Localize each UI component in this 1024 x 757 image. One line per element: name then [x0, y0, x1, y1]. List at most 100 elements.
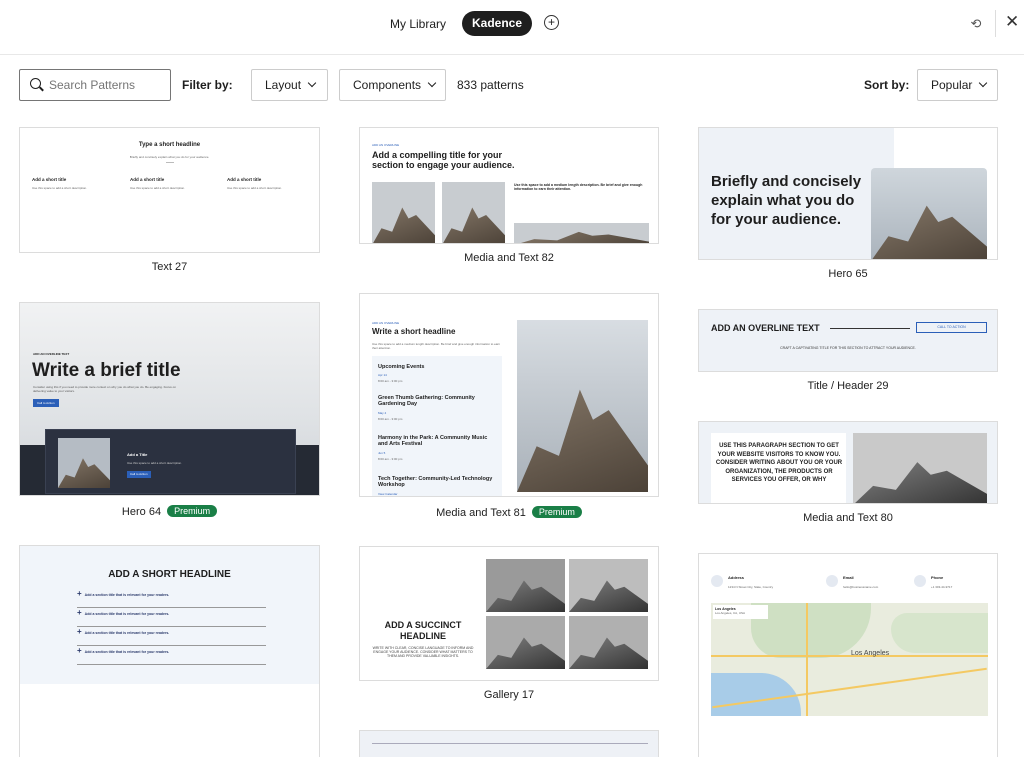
accordion-item-label: Add a section title that is relevant for… [84, 631, 170, 635]
event-time: 8:00 am - 3:00 pm [378, 379, 403, 383]
inner-title: Add a Title [127, 452, 148, 457]
sort-by-label: Sort by: [864, 78, 910, 92]
mountain-image [853, 433, 987, 503]
layout-dropdown[interactable]: Layout [251, 69, 328, 101]
card-desc: Use this space to add a medium length de… [514, 183, 643, 191]
card-caption: Media and Text 81 Premium [359, 506, 659, 519]
components-label: Components [353, 78, 422, 92]
sync-icon: ⟲ [970, 16, 982, 31]
address-label: Address [728, 575, 745, 580]
card-overline: ADD AN OVERLINE [372, 321, 400, 325]
sync-button[interactable]: ⟲ [968, 16, 984, 32]
mountain-image [58, 438, 110, 488]
card-title: Briefly and concisely explain what you d… [711, 173, 862, 228]
tab-kadence[interactable]: Kadence [462, 11, 532, 36]
gallery-image [486, 559, 565, 612]
close-button[interactable]: ✕ [1005, 12, 1019, 32]
card-title: Write a short headline [372, 327, 456, 336]
pattern-card-gallery-17[interactable]: ADD A SUCCINCT HEADLINE WRITE WITH CLEAR… [359, 546, 659, 681]
event-date: Jun 5 [378, 451, 386, 455]
pattern-card-media-and-text-80[interactable]: USE THIS PARAGRAPH SECTION TO GET YOUR W… [698, 421, 998, 504]
close-icon: ✕ [1005, 12, 1020, 31]
chevron-down-icon [307, 78, 317, 88]
chevron-down-icon [979, 78, 988, 88]
gallery-image [569, 559, 648, 612]
card-subtitle: Briefly and concisely explain what you d… [129, 155, 210, 159]
card-title: Write a brief title [32, 360, 181, 381]
map-road [806, 603, 808, 716]
location-icon [711, 575, 723, 587]
email-icon [826, 575, 838, 587]
sort-dropdown[interactable]: Popular [917, 69, 998, 101]
divider [166, 162, 174, 163]
pattern-card-media-and-text-82[interactable]: ADD AN OVERLINE Add a compelling title f… [359, 127, 659, 244]
divider [372, 743, 648, 744]
card-title: Add a compelling title for your section … [372, 150, 515, 170]
pattern-card-partial[interactable] [359, 730, 659, 757]
card-name: Media and Text 81 [436, 507, 526, 519]
column-title: Add a short title [32, 177, 67, 182]
pattern-card-hero-64[interactable]: ADD AN OVERLINE TEXT Write a brief title… [19, 302, 320, 496]
accordion-item: + Add a section title that is relevant fo… [77, 608, 266, 627]
search-input[interactable] [49, 76, 167, 94]
search-box[interactable] [19, 69, 171, 101]
cta-button: CALL TO ACTION [916, 322, 987, 333]
pattern-card-media-and-text-81[interactable]: ADD AN OVERLINE Write a short headline U… [359, 293, 659, 497]
map[interactable]: Los Angeles Los Angeles Los Angeles, CA,… [711, 603, 988, 716]
column-desc: Use this space to add a short descriptio… [32, 186, 88, 190]
pattern-card-hero-65[interactable]: Briefly and concisely explain what you d… [698, 127, 998, 260]
pattern-card-contact-map[interactable]: Address 1234 N Street City, State, Count… [698, 553, 998, 757]
map-pin-sub: Los Angeles, CA, USA [715, 611, 746, 615]
filter-by-label: Filter by: [182, 78, 233, 92]
address-value: 1234 N Street City, State, Country [728, 585, 774, 589]
card-title: ADD AN OVERLINE TEXT [711, 323, 820, 333]
pattern-count: 833 patterns [457, 78, 524, 92]
card-caption: Gallery 17 [483, 689, 535, 701]
map-city-label: Los Angeles [851, 650, 890, 657]
gallery-image [486, 616, 565, 669]
accordion-item: + Add a section title that is relevant fo… [77, 627, 266, 646]
pattern-card-title-header-29[interactable]: ADD AN OVERLINE TEXT CALL TO ACTION CRAF… [698, 309, 998, 372]
card-desc: Use this space to add a medium length de… [372, 342, 501, 350]
card-headline: ADD A SHORT HEADLINE [108, 569, 231, 580]
map-info-box: Los Angeles Los Angeles, CA, USA [713, 605, 768, 619]
event-title: Tech Together: Community-Led Technology … [378, 476, 493, 488]
phone-icon [914, 575, 926, 587]
card-desc: WRITE WITH CLEAR, CONCISE LANGUAGE TO IN… [372, 646, 474, 658]
mountain-image [871, 168, 987, 259]
card-headline: Type a short headline [138, 142, 201, 148]
card-overline: ADD AN OVERLINE [372, 143, 400, 147]
inner-desc: Use this space to add a short descriptio… [127, 461, 183, 465]
card-headline: ADD A SUCCINCT HEADLINE [384, 620, 462, 641]
phone-value: +1 303-44-9717 [931, 585, 953, 589]
inner-card: Add a Title Use this space to add a shor… [45, 429, 296, 494]
cta-button: Call to Action [33, 399, 59, 407]
event-title: Harmony in the Park: A Community Music a… [378, 435, 488, 447]
event-date: Apr 14 [378, 373, 387, 377]
card-caption: Media and Text 80 [803, 512, 893, 524]
card-caption: Media and Text 82 [464, 252, 554, 264]
card-text: USE THIS PARAGRAPH SECTION TO GET YOUR W… [715, 443, 843, 483]
search-icon [30, 78, 41, 89]
card-caption: Text 27 [151, 261, 188, 273]
accordion-item-label: Add a section title that is relevant for… [84, 650, 170, 654]
add-library-button[interactable]: + [544, 15, 559, 30]
mountain-image [372, 182, 435, 243]
map-water [711, 673, 801, 716]
gallery-image [569, 616, 648, 669]
divider [995, 10, 996, 37]
pattern-card-text-27[interactable]: Type a short headline Briefly and concis… [19, 127, 320, 253]
column-desc: Use this space to add a short descriptio… [227, 186, 283, 190]
mountain-image [517, 320, 648, 492]
tab-my-library[interactable]: My Library [382, 13, 454, 35]
event-title: Upcoming Events [378, 364, 425, 370]
accordion-list: + Add a section title that is relevant fo… [77, 589, 266, 665]
chevron-down-icon [427, 78, 437, 88]
map-road [711, 655, 988, 657]
email-value: hello@businessname.com [843, 585, 879, 589]
pattern-card-accordion[interactable]: ADD A SHORT HEADLINE + Add a section titl… [19, 545, 320, 757]
sort-label: Popular [931, 78, 973, 92]
components-dropdown[interactable]: Components [339, 69, 446, 101]
inner-button: Call to Action [127, 471, 151, 478]
column-desc: Use this space to add a short descriptio… [130, 186, 186, 190]
